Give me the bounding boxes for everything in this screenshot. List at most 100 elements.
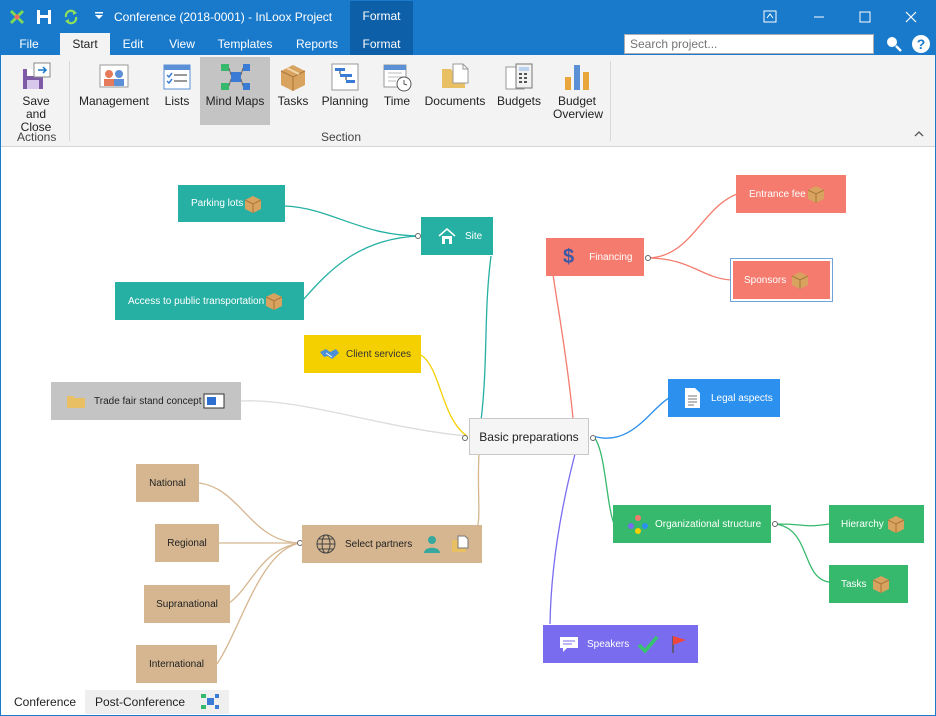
lists-icon xyxy=(163,64,191,90)
node-public-transportation[interactable]: Access to public transportation xyxy=(115,282,304,320)
tab-format[interactable]: Format xyxy=(350,33,413,55)
node-client-services[interactable]: Client services xyxy=(304,335,421,373)
ribbon-separator xyxy=(69,61,70,141)
refresh-icon[interactable] xyxy=(62,8,80,26)
management-button[interactable]: Management xyxy=(77,57,151,125)
application-window: Conference (2018-0001) - InLoox Project … xyxy=(0,0,936,716)
mind-maps-button[interactable]: Mind Maps xyxy=(200,57,270,125)
node-select-partners[interactable]: Select partners xyxy=(302,525,482,563)
node-entrance-label: Entrance fee xyxy=(749,188,806,200)
node-international[interactable]: International xyxy=(136,645,217,683)
save-icon[interactable] xyxy=(35,8,53,26)
planning-label: Planning xyxy=(321,94,369,108)
close-icon[interactable] xyxy=(888,1,934,33)
mind-map-canvas[interactable]: Basic preparations Site Parking lots Acc… xyxy=(1,148,935,688)
node-supranational-label: Supranational xyxy=(156,598,218,610)
budget-overview-label: Budget Overview xyxy=(553,94,604,121)
lists-button[interactable]: Lists xyxy=(159,57,195,125)
node-supranational[interactable]: Supranational xyxy=(144,585,230,623)
mind-maps-label: Mind Maps xyxy=(205,94,265,108)
node-financing[interactable]: $ Financing xyxy=(546,238,644,276)
ribbon-display-options-icon[interactable] xyxy=(747,1,793,33)
node-sponsors[interactable]: Sponsors xyxy=(733,261,830,299)
node-hierarchy[interactable]: Hierarchy xyxy=(829,505,924,543)
node-tasks-label: Tasks xyxy=(841,578,867,590)
tab-view[interactable]: View xyxy=(161,33,203,55)
time-label: Time xyxy=(383,94,411,108)
tab-templates[interactable]: Templates xyxy=(211,33,279,55)
tab-edit[interactable]: Edit xyxy=(113,33,153,55)
search-icon[interactable] xyxy=(885,35,903,53)
node-hierarchy-label: Hierarchy xyxy=(841,518,884,530)
node-parking-label: Parking lots xyxy=(191,198,244,209)
node-parking-lots[interactable]: Parking lots xyxy=(178,185,285,222)
tab-start[interactable]: Start xyxy=(60,33,110,55)
tasks-icon xyxy=(280,65,306,91)
time-button[interactable]: Time xyxy=(379,57,415,125)
tab-reports[interactable]: Reports xyxy=(289,33,345,55)
mind-maps-icon xyxy=(221,64,250,90)
documents-icon xyxy=(452,535,469,552)
tasks-button[interactable]: Tasks xyxy=(274,57,312,125)
task-package-icon xyxy=(265,293,283,310)
document-icon xyxy=(685,388,700,408)
tab-file[interactable]: File xyxy=(9,33,49,55)
budget-overview-button[interactable]: Budget Overview xyxy=(549,57,605,125)
checkmark-icon xyxy=(638,635,659,654)
collapse-ribbon-icon[interactable] xyxy=(913,129,925,139)
save-and-close-label: Save and Close xyxy=(20,94,52,134)
planning-button[interactable]: Planning xyxy=(317,57,373,125)
handshake-icon xyxy=(320,349,339,359)
task-package-icon xyxy=(872,576,889,593)
node-speakers[interactable]: Speakers xyxy=(543,625,698,663)
save-and-close-button[interactable]: Save and Close xyxy=(7,57,65,134)
tab-post-conference-label: Post-Conference xyxy=(95,695,186,709)
search-input[interactable] xyxy=(624,34,874,54)
mind-map-tab-icon xyxy=(201,694,219,709)
management-label: Management xyxy=(78,94,150,108)
node-regional[interactable]: Regional xyxy=(155,524,219,562)
customize-quick-access-icon[interactable] xyxy=(94,11,104,21)
node-entrance-fee[interactable]: Entrance fee xyxy=(736,175,846,213)
root-node[interactable]: Basic preparations xyxy=(469,418,589,455)
node-trade-fair[interactable]: Trade fair stand concept xyxy=(51,382,241,420)
task-package-icon xyxy=(245,195,262,213)
group-label-section: Section xyxy=(321,130,362,144)
documents-icon xyxy=(442,63,469,88)
node-national[interactable]: National xyxy=(136,464,199,502)
person-icon xyxy=(424,536,441,553)
speech-bubble-icon xyxy=(560,637,578,652)
planning-icon xyxy=(331,63,359,91)
node-legal-aspects[interactable]: Legal aspects xyxy=(668,379,780,417)
node-speakers-label: Speakers xyxy=(587,638,630,650)
svg-text:?: ? xyxy=(917,36,926,52)
budgets-button[interactable]: Budgets xyxy=(494,57,544,125)
budget-overview-icon xyxy=(565,65,589,90)
tasks-label: Tasks xyxy=(277,94,309,108)
task-package-icon xyxy=(792,272,809,289)
node-tasks[interactable]: Tasks xyxy=(829,565,908,603)
inloox-logo-icon xyxy=(9,9,25,25)
task-package-icon xyxy=(887,516,905,533)
node-partners-label: Select partners xyxy=(345,538,413,550)
tab-conference[interactable]: Conference xyxy=(4,690,87,714)
flag-icon xyxy=(672,636,687,653)
save-close-icon xyxy=(23,62,51,89)
ribbon: Save and Close Management Lists Mind Map… xyxy=(1,55,935,147)
node-organizational-structure[interactable]: Organizational structure xyxy=(613,505,771,543)
node-transport-label: Access to public transportation xyxy=(128,295,265,307)
node-client-label: Client services xyxy=(346,348,412,360)
maximize-icon[interactable] xyxy=(842,1,888,33)
node-site-label: Site xyxy=(465,230,483,242)
window-title: Conference (2018-0001) - InLoox Project xyxy=(114,10,333,24)
context-tab-header: Format xyxy=(350,1,413,33)
help-icon[interactable]: ? xyxy=(911,34,931,54)
node-site[interactable]: Site xyxy=(421,217,493,255)
minimize-icon[interactable] xyxy=(796,1,842,33)
documents-label: Documents xyxy=(424,94,486,108)
budgets-icon xyxy=(505,63,533,90)
documents-button[interactable]: Documents xyxy=(422,57,488,125)
org-chart-icon xyxy=(628,515,648,534)
folder-icon xyxy=(67,396,85,408)
budgets-label: Budgets xyxy=(496,94,542,108)
